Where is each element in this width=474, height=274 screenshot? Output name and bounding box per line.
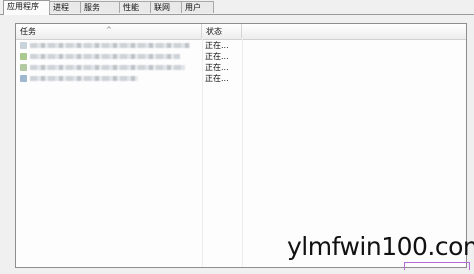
table-row[interactable]: 正在... — [16, 51, 466, 62]
watermark-text: ylmfwin100.com — [287, 232, 474, 261]
table-header: 任务 ^ 状态 — [16, 24, 466, 40]
app-icon — [20, 42, 27, 49]
tab-processes[interactable]: 进程 — [49, 1, 81, 13]
column-header-status[interactable]: 状态 — [202, 24, 242, 38]
sort-arrow-icon: ^ — [106, 26, 112, 34]
tab-networking[interactable]: 联网 — [150, 1, 182, 13]
task-name-blurred — [30, 76, 138, 81]
tab-applications[interactable]: 应用程序 — [3, 0, 50, 15]
tab-performance[interactable]: 性能 — [119, 1, 151, 13]
task-status: 正在... — [205, 63, 229, 72]
task-name-blurred — [30, 43, 190, 48]
table-row[interactable]: 正在... — [16, 40, 466, 51]
tab-strip: 应用程序 进程 服务 性能 联网 用户 — [0, 0, 474, 15]
table-row[interactable]: 正在... — [16, 62, 466, 73]
column-header-task[interactable]: 任务 ^ — [16, 24, 202, 38]
task-name-blurred — [30, 65, 185, 70]
tab-users[interactable]: 用户 — [181, 1, 214, 13]
task-name-blurred — [30, 54, 180, 59]
selection-highlight — [404, 262, 470, 270]
app-icon — [20, 53, 27, 60]
column-status-label: 状态 — [206, 27, 222, 36]
table-row[interactable]: 正在... — [16, 73, 466, 84]
task-status: 正在... — [205, 52, 229, 61]
app-icon — [20, 64, 27, 71]
column-task-label: 任务 — [20, 27, 36, 36]
tab-services[interactable]: 服务 — [80, 1, 120, 13]
task-status: 正在... — [205, 74, 229, 83]
task-status: 正在... — [205, 41, 229, 50]
app-icon — [20, 75, 27, 82]
